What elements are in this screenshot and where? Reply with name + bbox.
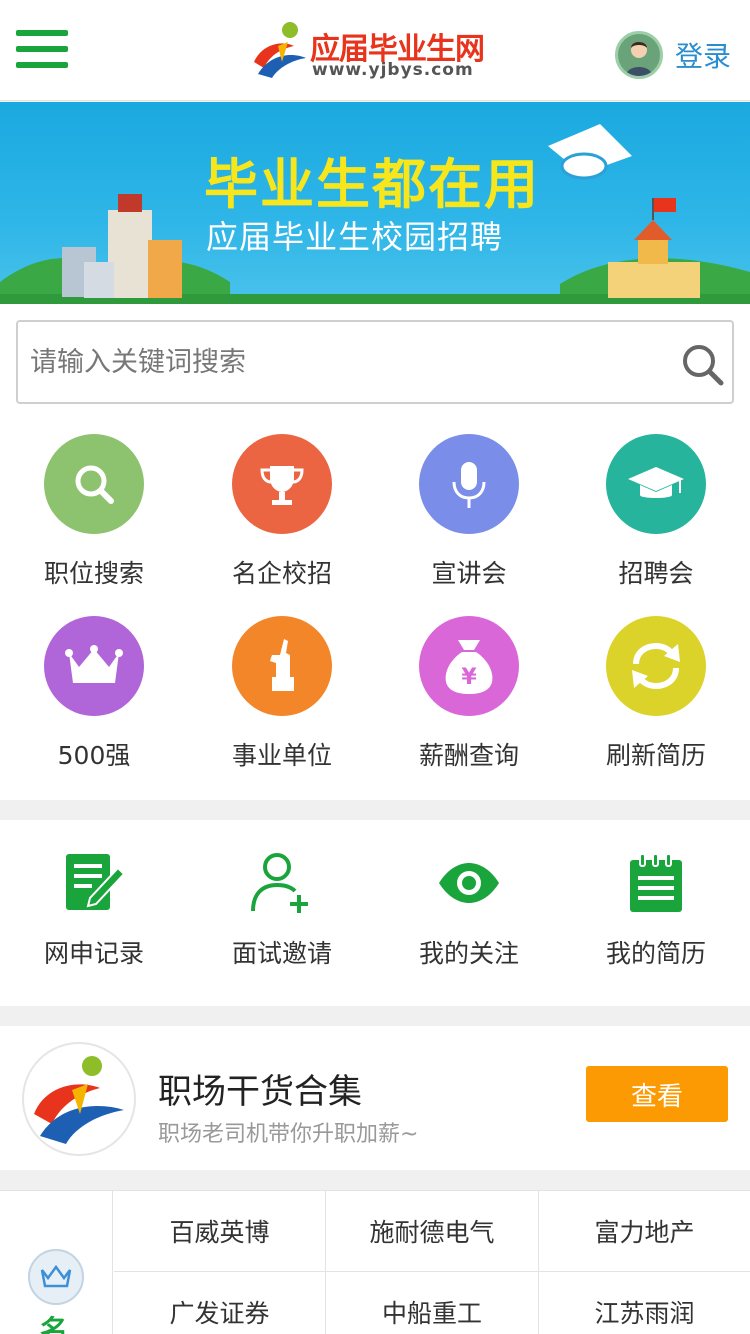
search-input[interactable] (30, 340, 650, 384)
quick-label: 我的关注 (418, 939, 519, 968)
header: 应届毕业生网 www.yjbys.com 登录 (0, 0, 750, 101)
site-logo[interactable]: 应届毕业生网 www.yjbys.com (248, 18, 500, 82)
trophy-icon (232, 434, 332, 534)
grid-item-famous-company[interactable]: 名企校招 (188, 434, 376, 604)
quick-label: 网申记录 (43, 939, 144, 968)
eye-icon (434, 850, 504, 916)
logo-url: www.yjbys.com (312, 60, 474, 80)
company-item[interactable]: 施耐德电气 (326, 1191, 539, 1272)
companies-side-label: 名 (40, 1314, 69, 1334)
menu-icon[interactable] (16, 30, 68, 72)
grid-label: 宣讲会 (431, 559, 507, 588)
grid-item-public-institution[interactable]: 事业单位 (188, 616, 376, 786)
grid-label: 刷新简历 (605, 741, 706, 770)
logo-mark-icon (34, 1056, 124, 1144)
banner-subtitle: 应届毕业生校园招聘 (206, 218, 504, 256)
login-label[interactable]: 登录 (675, 35, 731, 75)
quick-item-following[interactable]: 我的关注 (375, 850, 563, 970)
quick-item-interviews[interactable]: 面试邀请 (188, 850, 376, 970)
promo-subtitle: 职场老司机带你升职加薪~ (158, 1122, 419, 1147)
crown-icon (28, 1249, 84, 1305)
grid-label: 招聘会 (618, 559, 694, 588)
logo-mark-icon (254, 22, 306, 78)
search-box[interactable] (16, 320, 734, 404)
search-icon[interactable] (680, 342, 724, 386)
company-item[interactable]: 中船重工 (326, 1272, 539, 1334)
main-menu-section: 职位搜索 名企校招 宣讲会 招聘会 500强 事业单位 ¥ 薪酬查询 (0, 304, 750, 800)
companies-side-panel: 名 (0, 1191, 113, 1334)
job-search-icon (44, 434, 144, 534)
svg-text:¥: ¥ (461, 665, 477, 690)
grid-item-job-search[interactable]: 职位搜索 (0, 434, 188, 604)
quick-label: 面试邀请 (231, 939, 332, 968)
grid-item-top500[interactable]: 500强 (0, 616, 188, 786)
grid-label: 事业单位 (231, 741, 332, 770)
statue-icon (232, 616, 332, 716)
promo-logo (22, 1042, 136, 1156)
company-item[interactable]: 富力地产 (539, 1191, 750, 1272)
grid-label: 薪酬查询 (418, 741, 519, 770)
user-avatar-icon (626, 42, 652, 76)
promo-title: 职场干货合集 (158, 1072, 362, 1112)
view-button[interactable]: 查看 (586, 1066, 728, 1122)
grid-item-seminar[interactable]: 宣讲会 (375, 434, 563, 604)
grid-label: 职位搜索 (43, 559, 144, 588)
avatar (615, 31, 663, 79)
grid-item-refresh-resume[interactable]: 刷新简历 (562, 616, 750, 786)
grid-label: 500强 (57, 741, 131, 770)
grid-item-salary[interactable]: ¥ 薪酬查询 (375, 616, 563, 786)
graduation-cap-icon (606, 434, 706, 534)
banner-title: 毕业生都在用 (204, 153, 540, 216)
promo-card[interactable]: 职场干货合集 职场老司机带你升职加薪~ 查看 (0, 1026, 750, 1170)
company-item[interactable]: 江苏雨润 (539, 1272, 750, 1334)
resume-icon (621, 850, 691, 916)
company-item[interactable]: 广发证券 (114, 1272, 326, 1334)
quick-item-applications[interactable]: 网申记录 (0, 850, 188, 970)
microphone-icon (419, 434, 519, 534)
quick-label: 我的简历 (605, 939, 706, 968)
grid-label: 名企校招 (231, 559, 332, 588)
edit-document-icon (59, 850, 129, 916)
quick-menu-section: 网申记录 面试邀请 我的关注 我的简历 (0, 820, 750, 1006)
promo-banner[interactable]: 毕业生都在用 应届毕业生校园招聘 (0, 102, 750, 304)
refresh-icon (606, 616, 706, 716)
company-item[interactable]: 百威英博 (114, 1191, 326, 1272)
quick-item-resume[interactable]: 我的简历 (562, 850, 750, 970)
login-link[interactable]: 登录 (615, 30, 731, 80)
money-bag-icon: ¥ (419, 616, 519, 716)
grid-item-job-fair[interactable]: 招聘会 (562, 434, 750, 604)
crown-icon (44, 616, 144, 716)
add-user-icon (247, 850, 317, 916)
famous-companies-section: 名 百威英博 施耐德电气 富力地产 广发证券 中船重工 江苏雨润 (0, 1190, 750, 1334)
